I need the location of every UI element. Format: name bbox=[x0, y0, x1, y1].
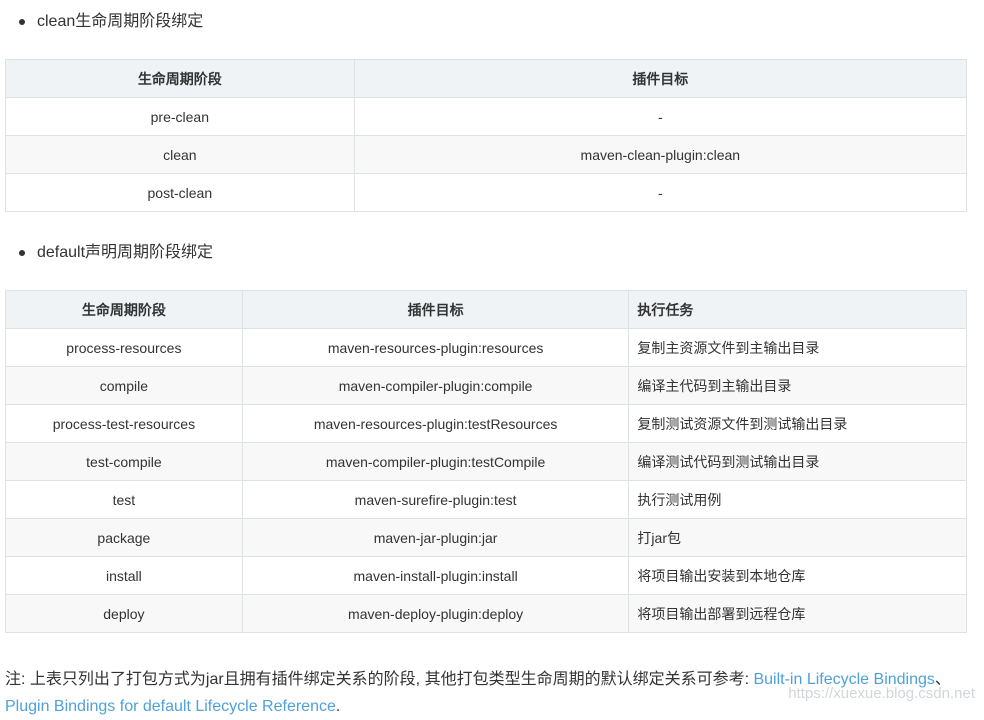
bullet-default-lifecycle: default声明周期阶段绑定 bbox=[19, 242, 213, 264]
cell-phase: package bbox=[5, 518, 243, 557]
header-phase: 生命周期阶段 bbox=[5, 290, 243, 329]
cell-task: 将项目输出安装到本地仓库 bbox=[628, 556, 967, 595]
cell-goal: - bbox=[353, 97, 968, 136]
table-row: post-clean - bbox=[5, 173, 968, 212]
cell-phase: process-test-resources bbox=[5, 404, 243, 443]
cell-task: 复制测试资源文件到测试输出目录 bbox=[628, 404, 967, 443]
watermark: https://xuexue.blog.csdn.net bbox=[788, 685, 975, 702]
table-row: install maven-install-plugin:install 将项目… bbox=[5, 556, 967, 595]
footnote-text: 注: 上表只列出了打包方式为jar且拥有插件绑定关系的阶段, 其他打包类型生命周… bbox=[5, 671, 754, 688]
table-row: process-test-resources maven-resources-p… bbox=[5, 404, 967, 443]
cell-phase: post-clean bbox=[5, 173, 355, 212]
footnote-end: . bbox=[335, 698, 341, 715]
cell-phase: test-compile bbox=[5, 442, 243, 481]
table-row: test maven-surefire-plugin:test 执行测试用例 bbox=[5, 480, 967, 519]
cell-goal: maven-install-plugin:install bbox=[241, 556, 630, 595]
cell-goal: maven-deploy-plugin:deploy bbox=[241, 594, 630, 633]
cell-goal: maven-resources-plugin:resources bbox=[241, 328, 630, 367]
bullet-text: clean生命周期阶段绑定 bbox=[37, 13, 204, 30]
table-header-row: 生命周期阶段 插件目标 bbox=[5, 59, 968, 98]
cell-task: 执行测试用例 bbox=[628, 480, 967, 519]
cell-goal: maven-compiler-plugin:testCompile bbox=[241, 442, 630, 481]
cell-phase: install bbox=[5, 556, 243, 595]
cell-task: 复制主资源文件到主输出目录 bbox=[628, 328, 967, 367]
cell-phase: test bbox=[5, 480, 243, 519]
header-task: 执行任务 bbox=[628, 290, 967, 329]
cell-task: 编译测试代码到测试输出目录 bbox=[628, 442, 967, 481]
cell-phase: compile bbox=[5, 366, 243, 405]
table-row: process-resources maven-resources-plugin… bbox=[5, 328, 967, 367]
table-row: deploy maven-deploy-plugin:deploy 将项目输出部… bbox=[5, 594, 967, 633]
cell-goal: maven-compiler-plugin:compile bbox=[241, 366, 630, 405]
cell-phase: clean bbox=[5, 135, 355, 174]
bullet-text: default声明周期阶段绑定 bbox=[37, 244, 214, 261]
table-header-row: 生命周期阶段 插件目标 执行任务 bbox=[5, 290, 967, 329]
link-plugin-bindings-reference[interactable]: Plugin Bindings for default Lifecycle Re… bbox=[5, 698, 336, 715]
table-row: compile maven-compiler-plugin:compile 编译… bbox=[5, 366, 967, 405]
header-plugin-goal: 插件目标 bbox=[241, 290, 630, 329]
cell-goal: maven-surefire-plugin:test bbox=[241, 480, 630, 519]
bullet-dot-icon bbox=[19, 19, 25, 25]
cell-goal: maven-clean-plugin:clean bbox=[353, 135, 968, 174]
cell-phase: process-resources bbox=[5, 328, 243, 367]
bullet-dot-icon bbox=[19, 250, 25, 256]
table-row: pre-clean - bbox=[5, 97, 968, 136]
cell-task: 打jar包 bbox=[628, 518, 967, 557]
table-row: package maven-jar-plugin:jar 打jar包 bbox=[5, 518, 967, 557]
clean-lifecycle-table: 生命周期阶段 插件目标 pre-clean - clean maven-clea… bbox=[5, 59, 968, 212]
cell-phase: deploy bbox=[5, 594, 243, 633]
bullet-clean-lifecycle: clean生命周期阶段绑定 bbox=[19, 11, 203, 33]
cell-goal: - bbox=[353, 173, 968, 212]
cell-goal: maven-resources-plugin:testResources bbox=[241, 404, 630, 443]
table-row: clean maven-clean-plugin:clean bbox=[5, 135, 968, 174]
cell-goal: maven-jar-plugin:jar bbox=[241, 518, 630, 557]
table-row: test-compile maven-compiler-plugin:testC… bbox=[5, 442, 967, 481]
cell-task: 将项目输出部署到远程仓库 bbox=[628, 594, 967, 633]
header-plugin-goal: 插件目标 bbox=[353, 59, 968, 98]
cell-phase: pre-clean bbox=[5, 97, 355, 136]
cell-task: 编译主代码到主输出目录 bbox=[628, 366, 967, 405]
header-phase: 生命周期阶段 bbox=[5, 59, 355, 98]
default-lifecycle-table: 生命周期阶段 插件目标 执行任务 process-resources maven… bbox=[5, 290, 967, 633]
